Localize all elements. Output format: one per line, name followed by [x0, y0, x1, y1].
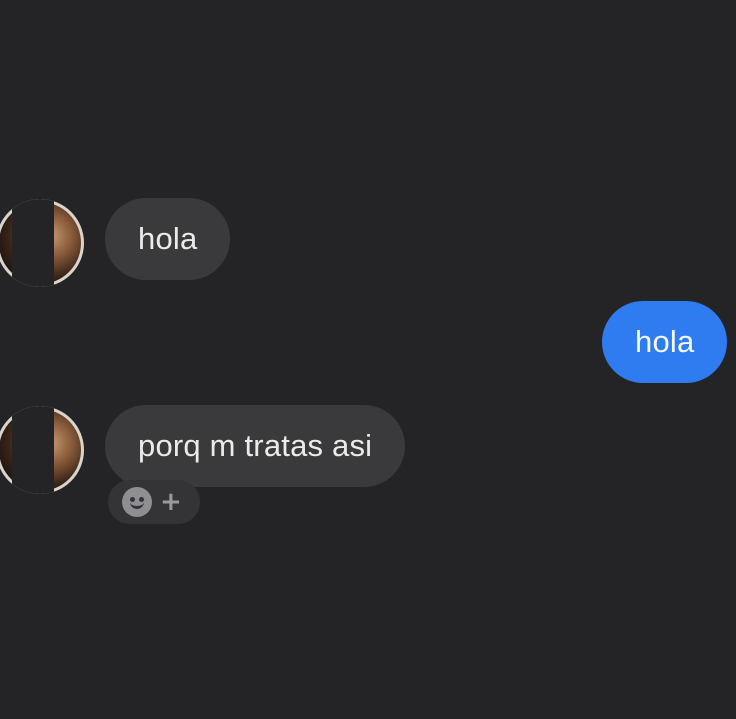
add-reaction-button[interactable]: +	[108, 480, 200, 524]
contact-avatar[interactable]	[0, 406, 84, 494]
avatar-mask	[12, 406, 54, 494]
contact-avatar[interactable]	[0, 199, 84, 287]
incoming-message-bubble[interactable]: porq m tratas asi	[105, 405, 406, 487]
incoming-message-bubble[interactable]: hola	[105, 198, 231, 280]
chat-screen: hola hola porq m tratas asi +	[0, 0, 736, 719]
plus-icon: +	[160, 487, 182, 517]
avatar-mask	[12, 199, 54, 287]
smiley-icon	[122, 487, 152, 517]
outgoing-message-bubble[interactable]: hola	[602, 301, 728, 383]
